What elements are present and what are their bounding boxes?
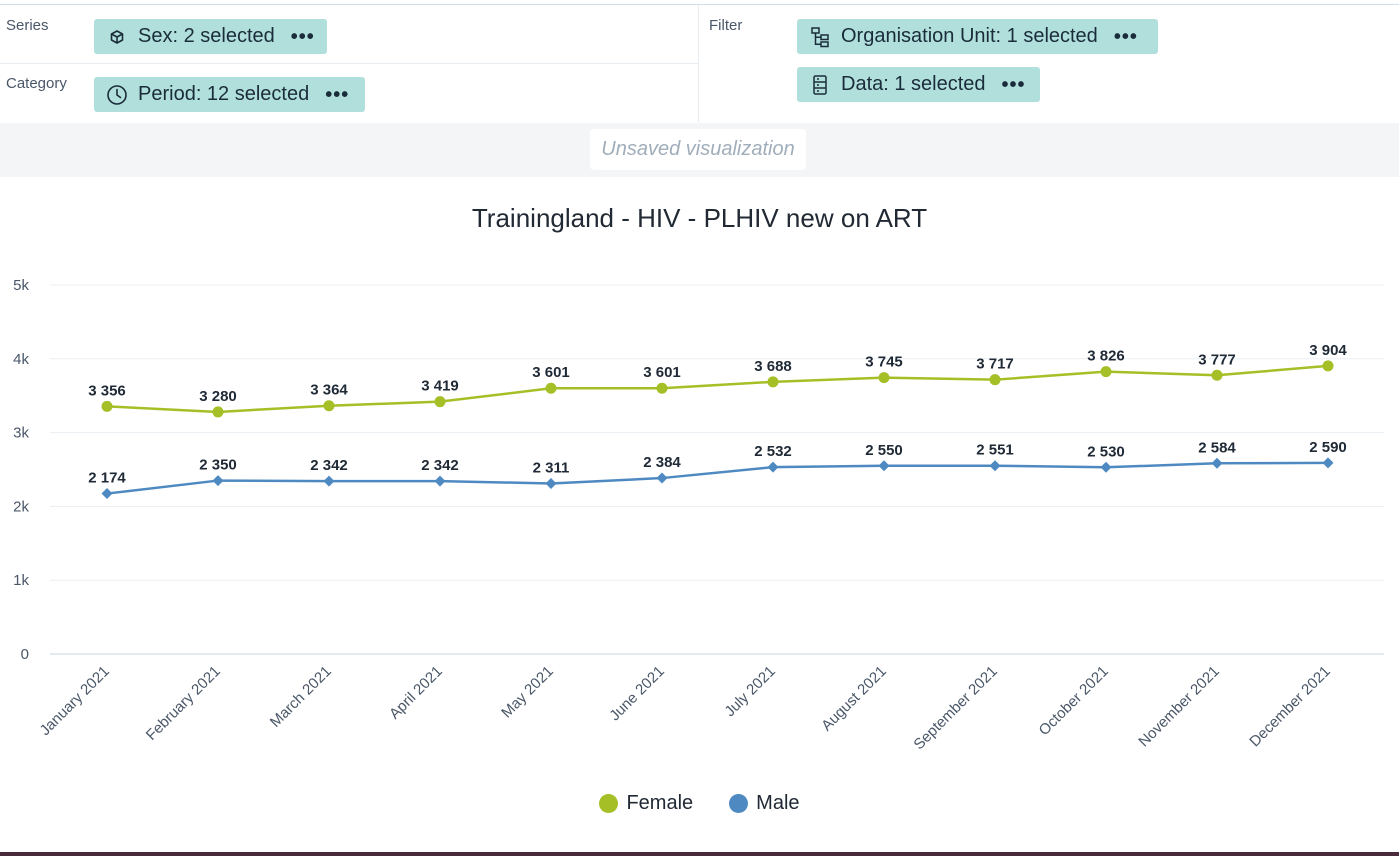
female-data-point [989,374,1001,386]
male-data-point [212,475,224,487]
data-label: 2 342 [310,457,348,474]
male-series-line [106,461,1329,495]
data-label: 3 364 [310,382,348,399]
female-data-point [1211,369,1223,381]
male-data-point [434,475,446,487]
x-tick-label: May 2021 [498,663,557,722]
x-tick-label: June 2021 [606,663,668,725]
female-data-point [878,372,890,384]
male-data-point [545,477,557,489]
female-data-point [212,406,224,418]
male-data-point [656,472,668,484]
female-data-point [1322,360,1334,372]
data-label: 3 688 [754,358,792,375]
x-tick-label: April 2021 [386,663,446,723]
data-label: 3 826 [1087,348,1125,365]
y-tick-label: 3k [13,425,29,442]
x-tick-label: July 2021 [721,663,778,720]
data-label: 3 280 [199,388,237,405]
male-data-point [878,460,890,472]
data-label: 2 384 [643,454,681,471]
male-data-point [323,475,335,487]
male-data-point [1100,461,1112,473]
data-label: 3 717 [976,356,1014,373]
female-data-point [434,396,446,408]
data-label: 3 601 [532,364,570,381]
female-data-point [323,400,335,412]
chart-legend: Female Male [0,792,1399,815]
y-tick-label: 2k [13,498,29,515]
data-label: 2 584 [1198,439,1236,456]
x-tick-label: November 2021 [1135,663,1222,750]
legend-item-female[interactable]: Female [599,792,693,815]
data-label: 2 551 [976,442,1014,459]
x-tick-label: February 2021 [143,663,224,744]
legend-male-label: Male [756,792,800,814]
data-label: 2 550 [865,442,903,459]
data-label: 3 419 [421,378,459,395]
legend-item-male[interactable]: Male [729,792,800,815]
male-data-point [989,460,1001,472]
data-label: 2 530 [1087,443,1125,460]
data-label: 3 904 [1309,342,1347,359]
x-tick-label: August 2021 [818,663,890,735]
female-series-line [106,364,1329,414]
y-tick-label: 1k [13,572,29,589]
y-tick-label: 5k [13,277,29,294]
data-label: 2 174 [88,470,126,487]
y-tick-label: 0 [21,646,29,663]
data-label: 2 311 [533,459,570,476]
y-tick-label: 4k [13,351,29,368]
female-data-point [545,382,557,394]
x-tick-label: January 2021 [37,663,113,739]
data-label: 3 777 [1198,351,1236,368]
female-data-point [767,376,779,388]
bottom-strip [0,852,1399,856]
male-data-point [1322,457,1334,469]
data-label: 3 356 [88,382,126,399]
data-label: 2 590 [1309,439,1347,456]
male-data-point [1211,457,1223,469]
x-tick-label: March 2021 [267,663,335,731]
female-legend-marker [599,794,619,813]
x-tick-label: December 2021 [1246,663,1333,750]
x-tick-label: October 2021 [1036,663,1112,739]
data-label: 2 342 [421,457,459,474]
female-data-point [656,382,668,394]
male-legend-marker [729,794,749,813]
data-label: 2 350 [199,457,237,474]
male-data-point [767,461,779,473]
x-tick-label: September 2021 [910,663,1000,753]
data-label: 2 532 [754,443,792,460]
data-label: 3 745 [865,354,903,371]
male-data-point [101,488,113,500]
legend-female-label: Female [626,792,694,814]
line-chart: 0 1k 2k 3k 4k 5k January 2021 February 2021 Marc… [13,277,1384,753]
data-label: 3 601 [643,364,681,381]
female-data-point [1100,366,1112,378]
female-data-point [101,400,113,412]
